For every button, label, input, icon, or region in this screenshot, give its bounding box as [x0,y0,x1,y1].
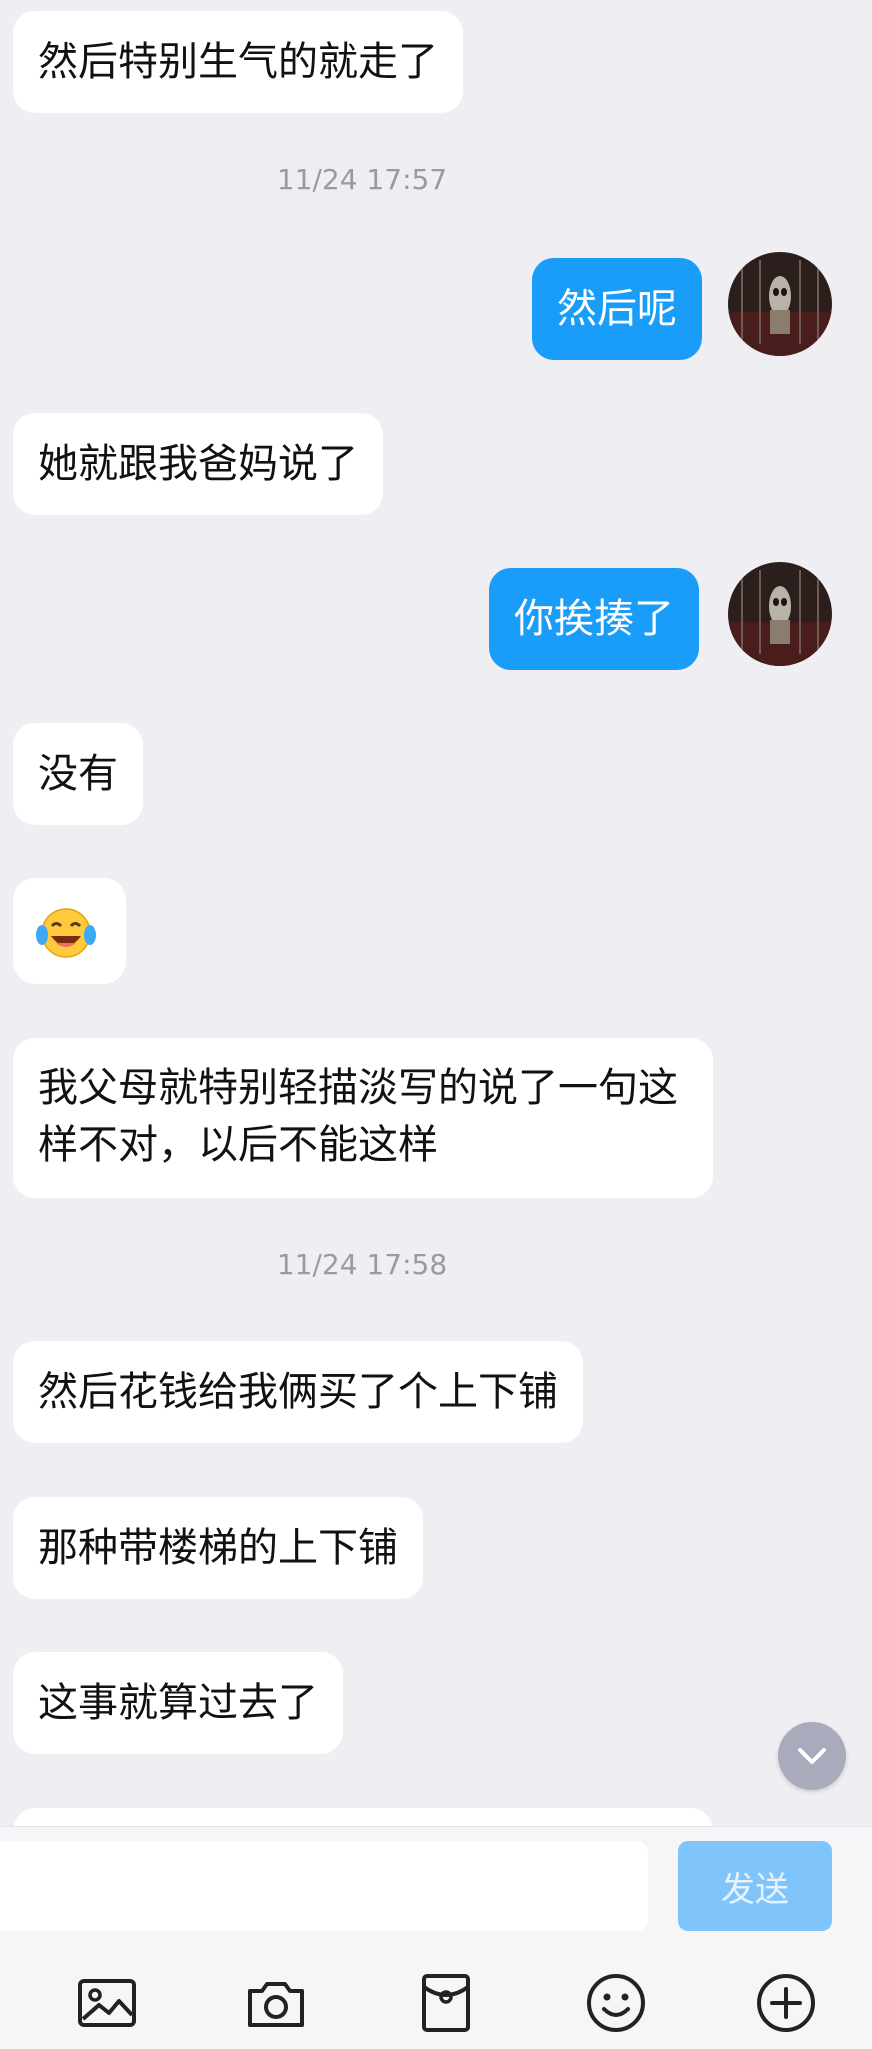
message-text: 她就跟我爸妈说了 [38,441,358,487]
avatar[interactable] [728,252,832,356]
message-text: 你挨揍了 [514,596,674,642]
timestamp: 11/24 17:58 [276,1248,448,1281]
message-bubble-outgoing[interactable]: 然后呢 [532,258,702,360]
laughing-tears-emoji [36,908,96,958]
avatar[interactable] [728,562,832,666]
scroll-to-bottom-button[interactable] [778,1722,846,1790]
camera-icon[interactable] [244,1971,308,2035]
message-text: 然后花钱给我俩买了个上下铺 [38,1369,558,1415]
message-bubble[interactable]: 然后特别生气的就走了 [13,11,463,113]
message-text: 我父母就特别轻描淡写的说了一句这样不对，以后不能这样 [38,1065,678,1168]
message-text: 然后特别生气的就走了 [38,39,438,85]
message-bubble[interactable] [13,878,126,984]
message-bubble[interactable]: 我父母就特别轻描淡写的说了一句这样不对，以后不能这样 [13,1038,713,1198]
message-text: 那种带楼梯的上下铺 [38,1525,398,1571]
input-bar: 发送 [0,1826,872,2049]
message-bubble[interactable]: 这事就算过去了 [13,1652,343,1754]
message-text: 这事就算过去了 [38,1680,318,1726]
image-icon[interactable] [75,1971,139,2035]
message-text: 没有 [38,751,118,797]
emoji-icon[interactable] [584,1971,648,2035]
red-packet-icon[interactable] [414,1971,478,2035]
message-text: 然后呢 [557,286,677,332]
send-button[interactable]: 发送 [678,1841,832,1931]
message-bubble[interactable]: 然后花钱给我俩买了个上下铺 [13,1341,583,1443]
chat-area[interactable]: 然后特别生气的就走了 11/24 17:57 然后呢 她就跟我爸妈说了 你挨揍了 [0,0,872,1838]
plus-icon[interactable] [754,1971,818,2035]
message-bubble[interactable]: 没有 [13,723,143,825]
message-bubble-outgoing[interactable]: 你挨揍了 [489,568,699,670]
chevron-down-icon [798,1748,826,1764]
timestamp: 11/24 17:57 [276,163,448,196]
message-input[interactable] [0,1841,648,1931]
message-bubble[interactable]: 那种带楼梯的上下铺 [13,1497,423,1599]
message-bubble[interactable]: 她就跟我爸妈说了 [13,413,383,515]
